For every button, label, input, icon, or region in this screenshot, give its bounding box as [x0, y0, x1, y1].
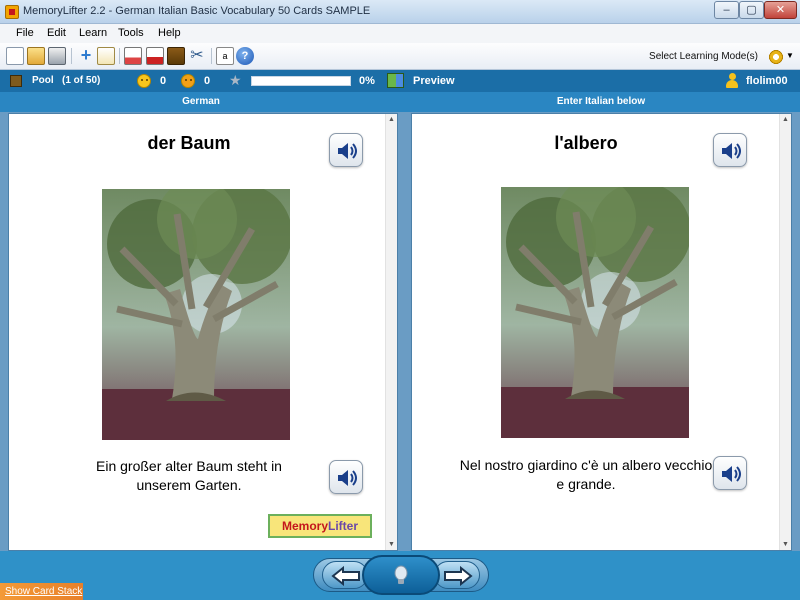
star-icon: ★	[229, 72, 242, 88]
pool-name: Pool	[32, 75, 54, 86]
speaker-icon	[338, 143, 357, 159]
question-language-header: German	[182, 96, 220, 107]
card-stack-tab[interactable]: Show Card Stack	[0, 583, 104, 600]
scroll-down-icon[interactable]: ▼	[782, 541, 789, 548]
progress-label: 0%	[359, 75, 375, 87]
hint-button[interactable]	[362, 555, 440, 595]
tree-image	[102, 189, 290, 440]
open-icon[interactable]	[27, 47, 45, 65]
user-icon	[726, 73, 738, 89]
user-name: flolim00	[746, 75, 788, 87]
arrow-left-icon	[331, 566, 360, 586]
speaker-icon	[338, 470, 357, 486]
settings-icon[interactable]: ✂	[188, 47, 206, 65]
pool-position: (1 of 50)	[62, 75, 101, 86]
progress-bar	[251, 76, 351, 86]
preview-icon[interactable]	[387, 73, 404, 88]
memorylifter-logo: MemoryLifter	[268, 514, 372, 538]
pool-label: Pool (1 of 50)	[32, 75, 100, 86]
scroll-down-icon[interactable]: ▼	[388, 541, 395, 548]
bottom-bar: Show Card Stack	[0, 551, 800, 600]
answer-word-audio-button[interactable]	[713, 133, 747, 167]
statistics-icon[interactable]	[146, 47, 164, 65]
menu-file[interactable]: File	[16, 27, 34, 39]
speaker-icon	[722, 143, 741, 159]
pool-box-icon	[10, 75, 22, 87]
column-headers: German Enter Italian below	[0, 92, 800, 112]
edit-icon[interactable]	[97, 47, 115, 65]
answer-sentence-audio-button[interactable]	[713, 456, 747, 490]
dictionary-icon[interactable]	[167, 47, 185, 65]
answer-word: l'albero	[554, 133, 618, 153]
toolbar: + ✂ a ? Select Learning Mode(s) ▼	[0, 43, 800, 70]
maximize-button[interactable]: ▢	[739, 1, 764, 19]
help-icon[interactable]: ?	[236, 47, 254, 65]
question-sentence: Ein großer alter Baum steht in unserem G…	[96, 458, 282, 493]
toolbar-separator	[211, 48, 212, 64]
answer-scrollbar[interactable]: ▲ ▼	[779, 114, 791, 550]
menu-tools[interactable]: Tools	[118, 27, 144, 39]
app-logo-icon	[5, 5, 19, 19]
question-scrollbar[interactable]: ▲ ▼	[385, 114, 397, 550]
close-button[interactable]: ✕	[764, 1, 797, 19]
toolbar-separator	[71, 48, 72, 64]
window-title: MemoryLifter 2.2 - German Italian Basic …	[23, 5, 371, 17]
speaker-icon	[722, 466, 741, 482]
print-icon[interactable]	[48, 47, 66, 65]
navigation-controls	[313, 555, 489, 595]
logo-text-lifter: Lifter	[328, 519, 358, 533]
wrong-count: 0	[204, 75, 211, 87]
correct-smiley-icon	[137, 74, 151, 88]
minimize-button[interactable]: –	[714, 1, 739, 19]
arrow-right-icon	[444, 566, 473, 586]
scroll-up-icon[interactable]: ▲	[782, 116, 789, 123]
answer-language-header: Enter Italian below	[556, 96, 646, 107]
answer-sentence: Nel nostro giardino c'è un albero vecchi…	[459, 457, 713, 492]
menu-bar: File Edit Learn Tools Help	[0, 24, 800, 43]
menu-edit[interactable]: Edit	[47, 27, 66, 39]
scroll-up-icon[interactable]: ▲	[388, 116, 395, 123]
question-card: der Baum Ein großer alter Baum steht in …	[8, 113, 398, 551]
answer-card: l'albero Nel nostro giardino c'è un albe…	[411, 113, 792, 551]
character-map-icon[interactable]: a	[216, 47, 234, 65]
question-word: der Baum	[147, 133, 231, 153]
toolbar-separator	[119, 48, 120, 64]
question-sentence-audio-button[interactable]	[329, 460, 363, 494]
question-word-audio-button[interactable]	[329, 133, 363, 167]
wrong-smiley-icon	[181, 74, 195, 88]
menu-help[interactable]: Help	[158, 27, 181, 39]
add-card-icon[interactable]: +	[77, 46, 95, 65]
next-card-button[interactable]	[434, 561, 480, 589]
preview-button[interactable]: Preview	[413, 75, 455, 87]
learning-mode-gear-icon[interactable]	[768, 49, 784, 65]
tree-image	[501, 187, 689, 438]
show-card-stack-link[interactable]: Show Card Stack	[5, 586, 82, 597]
lightbulb-icon	[394, 565, 408, 584]
logo-text-memory: Memory	[281, 519, 328, 533]
correct-count: 0	[160, 75, 167, 87]
title-bar: MemoryLifter 2.2 - German Italian Basic …	[0, 0, 800, 24]
status-bar: Pool (1 of 50) 0 0 ★ 0% Preview flolim00	[0, 70, 800, 92]
slideshow-icon[interactable]	[124, 47, 142, 65]
learning-mode-label[interactable]: Select Learning Mode(s)	[649, 51, 758, 62]
new-icon[interactable]	[6, 47, 24, 65]
chevron-down-icon[interactable]: ▼	[786, 51, 794, 60]
menu-learn[interactable]: Learn	[79, 27, 107, 39]
